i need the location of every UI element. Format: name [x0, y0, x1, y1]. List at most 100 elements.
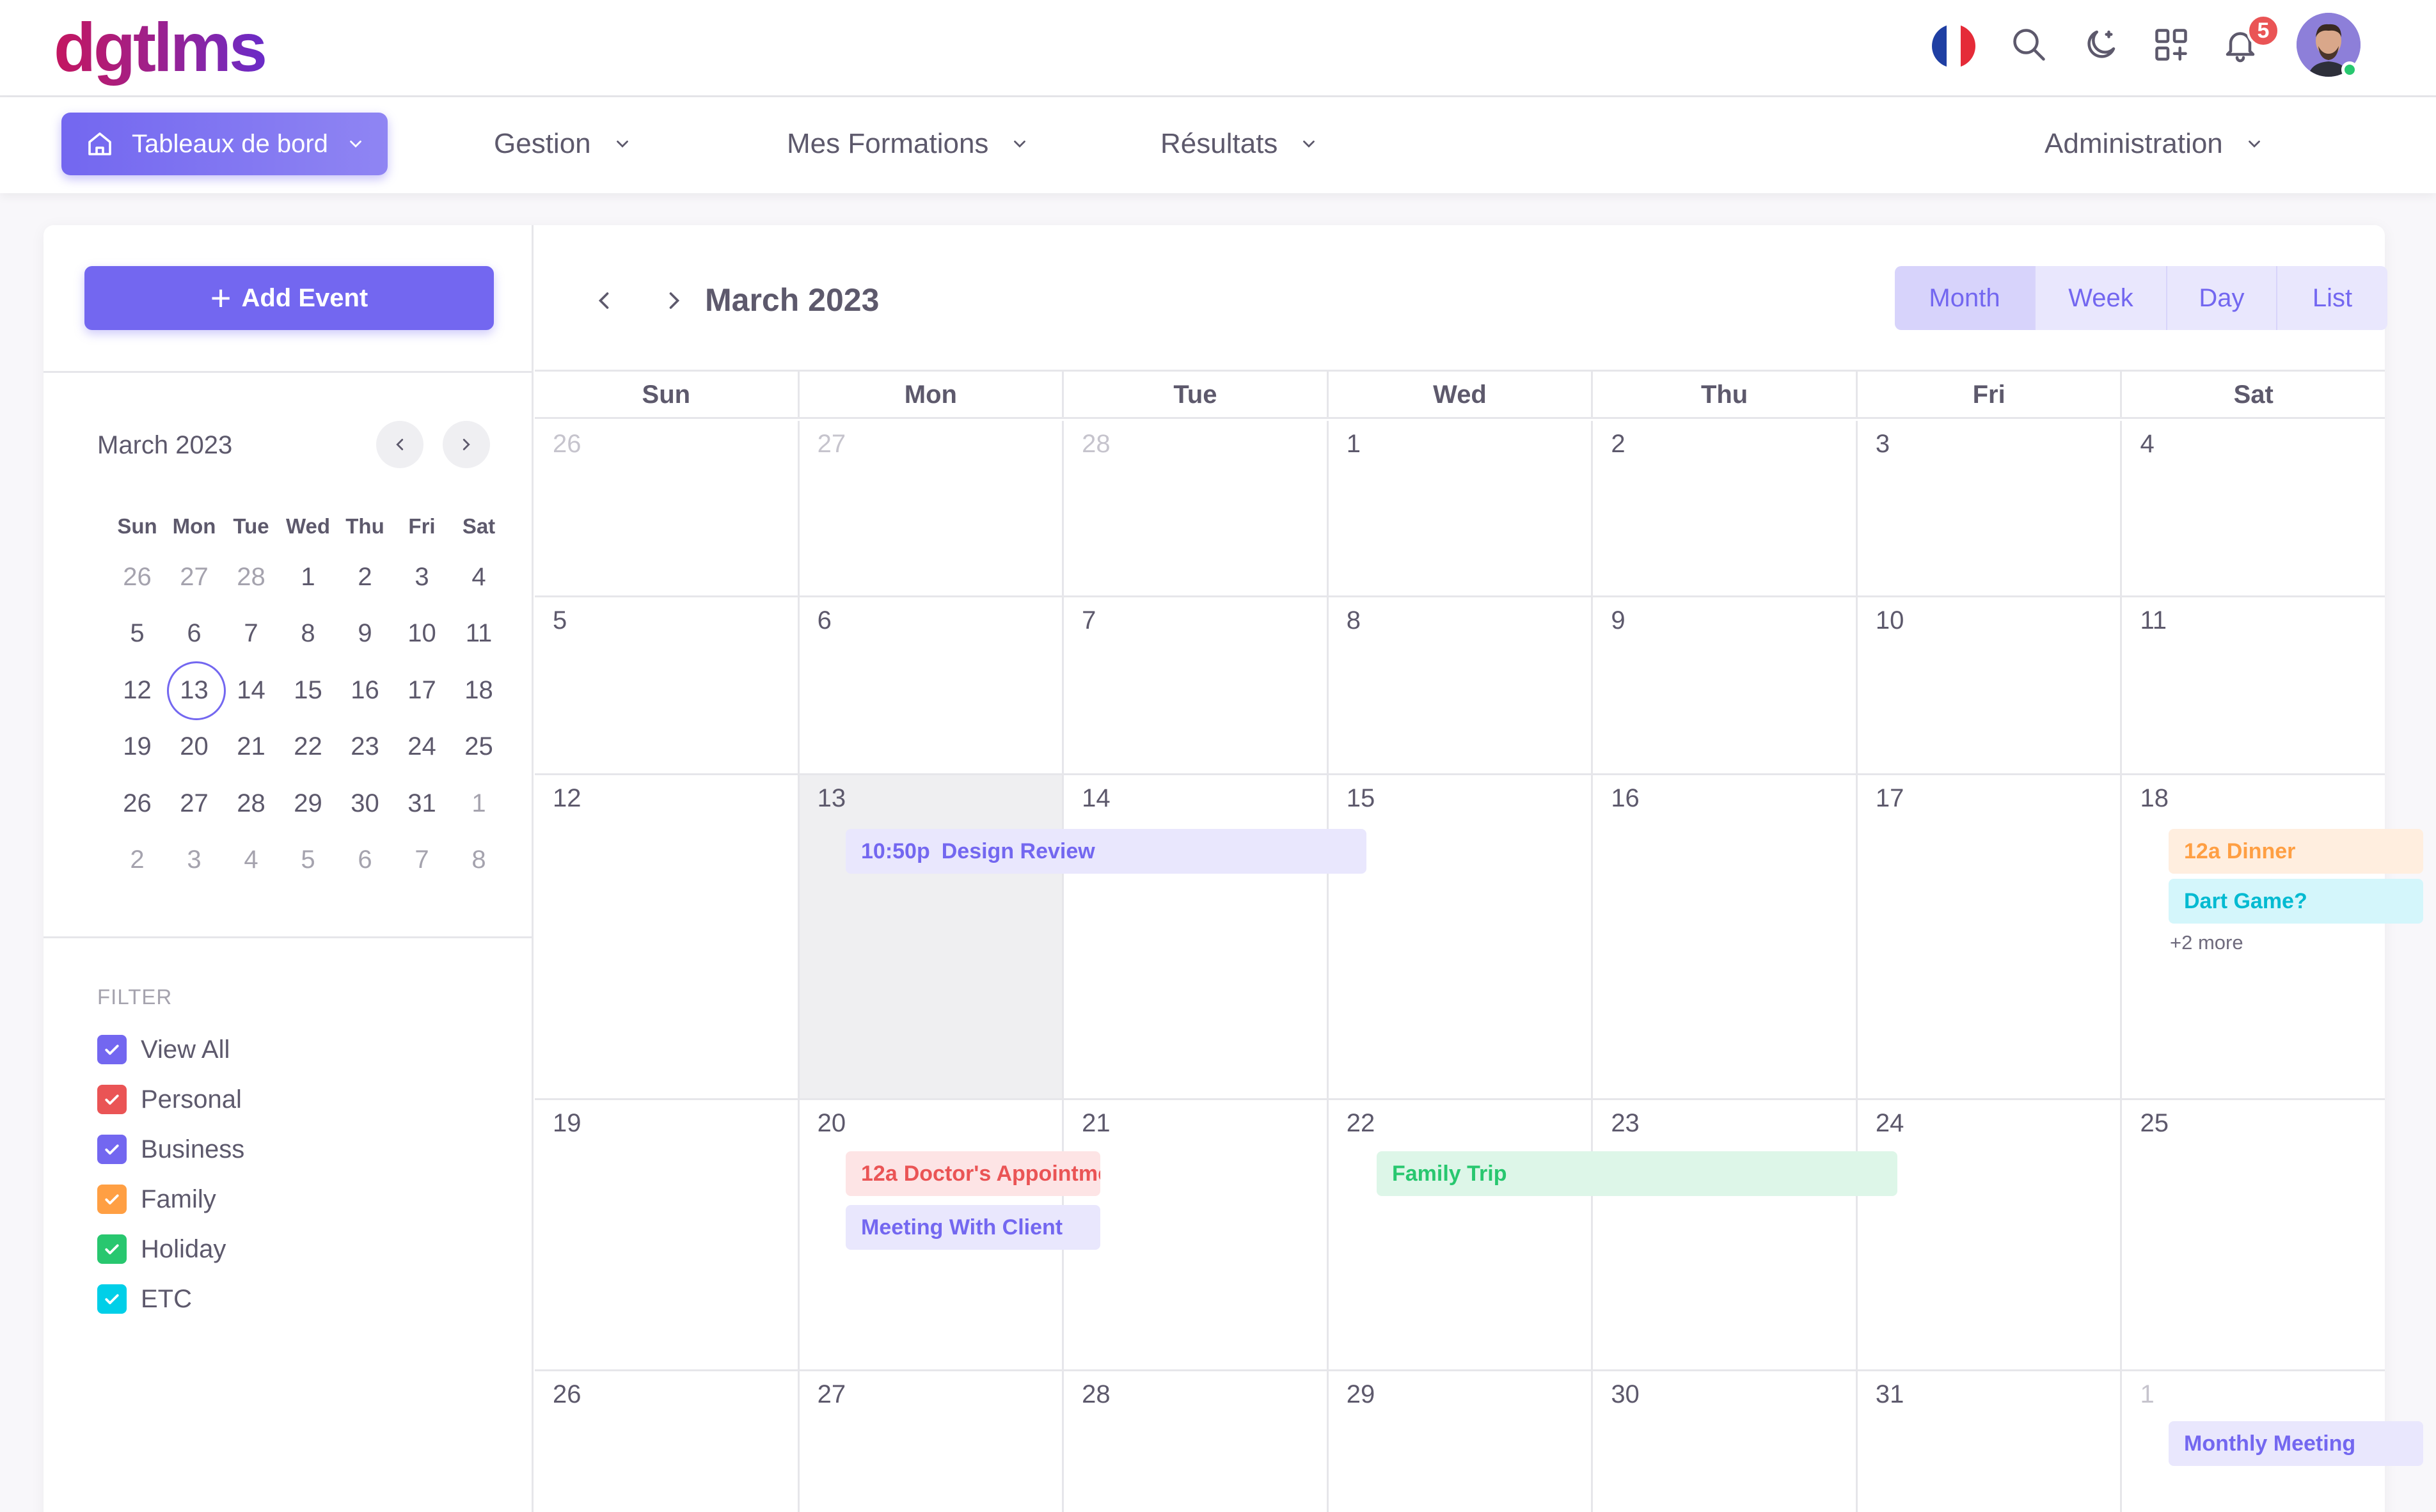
day-cell[interactable]: 21 — [1062, 1100, 1327, 1369]
mini-day[interactable]: 30 — [336, 789, 393, 818]
day-cell[interactable]: 1 — [1326, 421, 1592, 595]
day-cell[interactable]: 2 — [1591, 421, 1856, 595]
day-cell[interactable]: 4 — [2120, 421, 2385, 595]
view-day-button[interactable]: Day — [2167, 266, 2277, 330]
mini-day[interactable]: 23 — [336, 732, 393, 761]
mini-day[interactable]: 17 — [393, 676, 450, 705]
day-cell[interactable]: 15 — [1326, 775, 1592, 1098]
checkbox-checked-icon[interactable] — [97, 1185, 127, 1214]
day-cell[interactable]: 3 — [1855, 421, 2121, 595]
mini-day[interactable]: 6 — [336, 846, 393, 874]
event-meeting-with-client[interactable]: Meeting With Client — [846, 1205, 1100, 1250]
checkbox-checked-icon[interactable] — [97, 1284, 127, 1314]
mini-day[interactable]: 18 — [450, 676, 507, 705]
checkbox-checked-icon[interactable] — [97, 1234, 127, 1264]
day-cell[interactable]: 23 — [1591, 1100, 1856, 1369]
mini-day[interactable]: 28 — [223, 789, 280, 818]
day-cell[interactable]: 31 — [1855, 1371, 2121, 1512]
dark-mode-moon-icon[interactable] — [2075, 19, 2126, 70]
mini-day[interactable]: 4 — [223, 846, 280, 874]
mini-day[interactable]: 11 — [450, 619, 507, 648]
day-cell[interactable]: 14 — [1062, 775, 1327, 1098]
filter-etc[interactable]: ETC — [97, 1274, 244, 1324]
mini-day[interactable]: 14 — [223, 676, 280, 705]
day-cell[interactable]: 11 — [2120, 597, 2385, 773]
day-cell[interactable]: 12 — [535, 775, 798, 1098]
more-events-link[interactable]: +2 more — [2170, 931, 2243, 954]
event-design-review[interactable]: 10:50p Design Review — [846, 829, 1366, 874]
mini-day[interactable]: 22 — [280, 732, 336, 761]
mini-next-button[interactable] — [443, 421, 490, 468]
mini-day[interactable]: 6 — [166, 619, 223, 648]
mini-day[interactable]: 15 — [280, 676, 336, 705]
mini-day[interactable]: 9 — [336, 619, 393, 648]
search-icon[interactable] — [2004, 19, 2055, 70]
mini-day[interactable]: 1 — [450, 789, 507, 818]
day-cell[interactable]: 18 — [2120, 775, 2385, 1098]
day-cell[interactable]: 25 — [2120, 1100, 2385, 1369]
view-list-button[interactable]: List — [2277, 266, 2387, 330]
day-cell[interactable]: 7 — [1062, 597, 1327, 773]
day-cell[interactable]: 10 — [1855, 597, 2121, 773]
mini-day[interactable]: 19 — [109, 732, 166, 761]
checkbox-checked-icon[interactable] — [97, 1085, 127, 1114]
mini-day[interactable]: 27 — [166, 789, 223, 818]
menu-dashboards[interactable]: Tableaux de bord — [61, 113, 388, 175]
day-cell[interactable]: 19 — [535, 1100, 798, 1369]
view-month-button[interactable]: Month — [1895, 266, 2036, 330]
mini-day[interactable]: 27 — [166, 563, 223, 592]
event-monthly-meeting[interactable]: Monthly Meeting — [2169, 1421, 2423, 1466]
mini-day[interactable]: 29 — [280, 789, 336, 818]
filter-holiday[interactable]: Holiday — [97, 1224, 244, 1274]
mini-day[interactable]: 8 — [450, 846, 507, 874]
day-cell[interactable]: 28 — [1062, 421, 1327, 595]
filter-business[interactable]: Business — [97, 1124, 244, 1174]
event-doctors-appointment[interactable]: 12a Doctor's Appointment — [846, 1151, 1100, 1196]
day-cell[interactable]: 6 — [797, 597, 1063, 773]
filter-personal[interactable]: Personal — [97, 1075, 244, 1124]
day-cell[interactable]: 26 — [535, 1371, 798, 1512]
day-cell[interactable]: 5 — [535, 597, 798, 773]
mini-day[interactable]: 10 — [393, 619, 450, 648]
mini-day[interactable]: 5 — [280, 846, 336, 874]
mini-day[interactable]: 1 — [280, 563, 336, 592]
day-cell[interactable]: 17 — [1855, 775, 2121, 1098]
mini-day[interactable]: 8 — [280, 619, 336, 648]
event-dinner[interactable]: 12a Dinner — [2169, 829, 2423, 874]
day-cell[interactable]: 22 — [1326, 1100, 1592, 1369]
mini-day[interactable]: 2 — [109, 846, 166, 874]
mini-day[interactable]: 4 — [450, 563, 507, 592]
day-cell[interactable]: 26 — [535, 421, 798, 595]
mini-day[interactable]: 26 — [109, 789, 166, 818]
menu-gestion[interactable]: Gestion — [494, 113, 632, 175]
view-week-button[interactable]: Week — [2036, 266, 2167, 330]
mini-day[interactable]: 20 — [166, 732, 223, 761]
mini-day[interactable]: 16 — [336, 676, 393, 705]
mini-day[interactable]: 7 — [393, 846, 450, 874]
menu-resultats[interactable]: Résultats — [1160, 113, 1318, 175]
day-cell[interactable]: 27 — [797, 1371, 1063, 1512]
day-cell[interactable]: 30 — [1591, 1371, 1856, 1512]
mini-day[interactable]: 7 — [223, 619, 280, 648]
mini-day[interactable]: 2 — [336, 563, 393, 592]
apps-grid-icon[interactable] — [2146, 19, 2197, 70]
day-cell[interactable]: 27 — [797, 421, 1063, 595]
day-cell-today[interactable]: 13 — [797, 775, 1063, 1098]
filter-view-all[interactable]: View All — [97, 1025, 244, 1075]
mini-day[interactable]: 28 — [223, 563, 280, 592]
brand-logo[interactable]: dgtlms — [54, 9, 267, 86]
mini-day[interactable]: 3 — [166, 846, 223, 874]
add-event-button[interactable]: + Add Event — [84, 266, 494, 330]
day-cell[interactable]: 24 — [1855, 1100, 2121, 1369]
day-cell[interactable]: 28 — [1062, 1371, 1327, 1512]
mini-day[interactable]: 3 — [393, 563, 450, 592]
checkbox-checked-icon[interactable] — [97, 1035, 127, 1064]
filter-family[interactable]: Family — [97, 1174, 244, 1224]
language-flag-icon[interactable] — [1932, 24, 1975, 68]
day-cell[interactable]: 9 — [1591, 597, 1856, 773]
checkbox-checked-icon[interactable] — [97, 1135, 127, 1164]
menu-formations[interactable]: Mes Formations — [787, 113, 1029, 175]
day-cell[interactable]: 29 — [1326, 1371, 1592, 1512]
mini-prev-button[interactable] — [376, 421, 423, 468]
event-dart-game[interactable]: Dart Game? — [2169, 879, 2423, 924]
